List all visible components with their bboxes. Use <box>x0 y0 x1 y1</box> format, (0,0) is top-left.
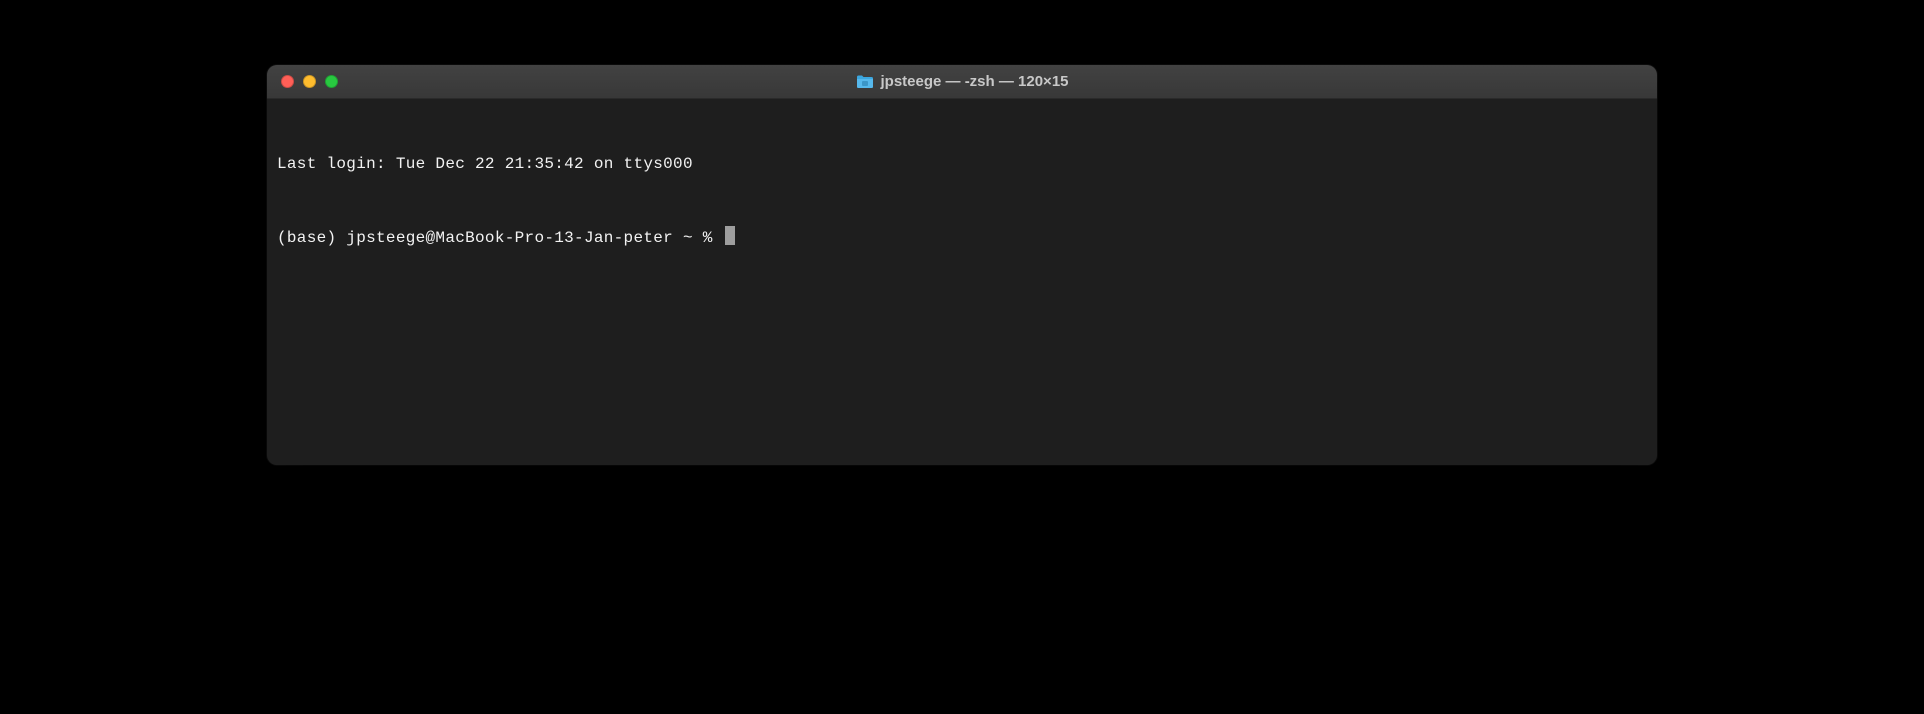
cursor <box>725 226 735 245</box>
prompt-line: (base) jpsteege@MacBook-Pro-13-Jan-peter… <box>277 223 1647 250</box>
last-login-line: Last login: Tue Dec 22 21:35:42 on ttys0… <box>277 153 1647 176</box>
terminal-window[interactable]: jpsteege — -zsh — 120×15 Last login: Tue… <box>267 65 1657 465</box>
terminal-body[interactable]: Last login: Tue Dec 22 21:35:42 on ttys0… <box>267 99 1657 465</box>
minimize-button[interactable] <box>303 75 316 88</box>
window-title: jpsteege — -zsh — 120×15 <box>881 73 1069 90</box>
traffic-lights <box>267 75 338 88</box>
close-button[interactable] <box>281 75 294 88</box>
maximize-button[interactable] <box>325 75 338 88</box>
prompt-text: (base) jpsteege@MacBook-Pro-13-Jan-peter… <box>277 227 723 250</box>
title-wrap: jpsteege — -zsh — 120×15 <box>267 73 1657 90</box>
titlebar[interactable]: jpsteege — -zsh — 120×15 <box>267 65 1657 99</box>
folder-icon <box>856 74 874 89</box>
